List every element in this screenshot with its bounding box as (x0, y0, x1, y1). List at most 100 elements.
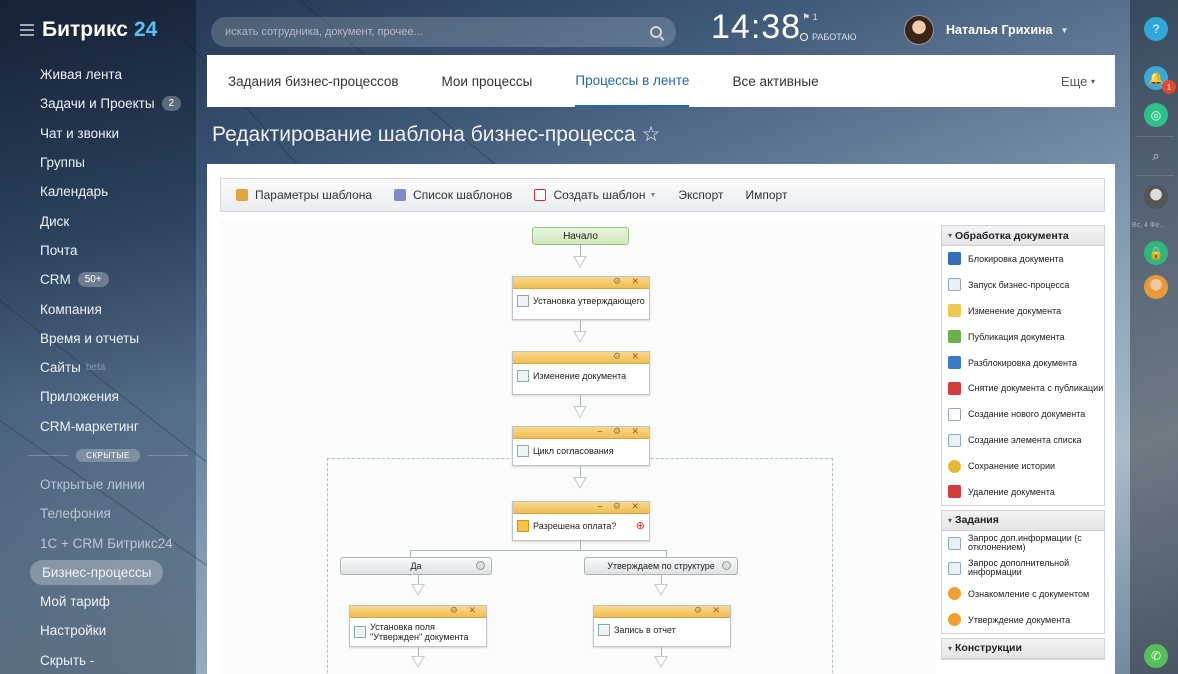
user-menu[interactable]: Наталья Грихина ▼ (904, 15, 1068, 45)
palette-item[interactable]: Сохранение истории (942, 453, 1104, 479)
sidebar-item-time-reports[interactable]: Время и отчеты (0, 324, 196, 353)
create-template-button[interactable]: Создать шаблон ▼ (534, 188, 656, 202)
hidden-separator[interactable]: СКРЫТЫЕ (0, 441, 196, 470)
open-lines-icon[interactable]: ◎ (1144, 103, 1168, 127)
activity-controls[interactable]: ⚙ ✕ (450, 605, 480, 616)
sidebar-item-business-processes[interactable]: Бизнес-процессы (0, 558, 196, 587)
activity-controls[interactable]: ⚙ ✕ (613, 276, 643, 287)
help-button[interactable]: ? (1144, 17, 1168, 41)
palette-item[interactable]: Изменение документа (942, 298, 1104, 324)
palette-item[interactable]: Запрос дополнительной информации (942, 556, 1104, 581)
page-title: Редактирование шаблона бизнес-процесса ☆ (212, 123, 661, 146)
sidebar-item-disk[interactable]: Диск (0, 206, 196, 235)
chevron-down-icon: ▾ (1090, 76, 1095, 86)
palette-item[interactable]: Создание нового документа (942, 401, 1104, 427)
activity-report-entry[interactable]: ⚙ ✕ Запись в отчет (593, 605, 731, 647)
sidebar-item-tasks[interactable]: Задачи и Проекты 2 (0, 89, 196, 118)
activity-palette: Обработка документа Блокировка документа… (941, 225, 1105, 674)
arrow-icon (654, 584, 668, 596)
sidebar-item-1c-crm[interactable]: 1С + CRM Битрикс24 (0, 528, 196, 557)
sidebar-item-company[interactable]: Компания (0, 294, 196, 323)
template-params-button[interactable]: Параметры шаблона (236, 188, 372, 202)
activity-controls[interactable]: – ⚙ ✕ (597, 426, 643, 437)
search-icon[interactable]: ⌕ (1144, 144, 1168, 168)
lock-icon[interactable]: 🔒 (1144, 241, 1168, 265)
palette-item[interactable]: Разблокировка документа (942, 350, 1104, 376)
edit-icon (354, 626, 366, 638)
group-header[interactable]: Задания (942, 510, 1104, 531)
group-header[interactable]: Обработка документа (942, 226, 1104, 246)
group-header[interactable]: Конструкции (942, 638, 1104, 659)
sidebar-item-chat[interactable]: Чат и звонки (0, 119, 196, 148)
sidebar-item-open-lines[interactable]: Открытые линии (0, 470, 196, 499)
editor-toolbar: Параметры шаблона Список шаблонов Создат… (220, 178, 1105, 212)
work-status-icon (800, 33, 808, 41)
search-icon[interactable] (650, 26, 662, 38)
work-status[interactable]: РАБОТАЮ (800, 32, 857, 42)
palette-item[interactable]: Публикация документа (942, 324, 1104, 350)
branch-settings-icon[interactable] (722, 561, 731, 570)
activity-set-approver[interactable]: ⚙ ✕ Установка утверждающего (512, 276, 650, 320)
palette-item[interactable]: Ознакомление с документом (942, 581, 1104, 607)
sidebar-item-calendar[interactable]: Календарь (0, 177, 196, 206)
branch-settings-icon[interactable] (476, 561, 485, 570)
brand-logo[interactable]: Битрикс 24 (20, 18, 157, 42)
sidebar-item-sites[interactable]: Сайты beta (0, 353, 196, 382)
user-name: Наталья Грихина (946, 23, 1053, 37)
arrow-icon (573, 406, 587, 418)
sidebar-item-crm[interactable]: CRM 50+ (0, 265, 196, 294)
avatar[interactable] (904, 15, 934, 45)
palette-item[interactable]: Запуск бизнес-процесса (942, 272, 1104, 298)
arrow-icon (654, 656, 668, 668)
lock-document-icon (948, 252, 961, 266)
tab-my-processes[interactable]: Мои процессы (442, 55, 533, 107)
tab-all-active[interactable]: Все активные (732, 55, 818, 107)
tab-bp-tasks[interactable]: Задания бизнес-процессов (228, 55, 399, 107)
activity-set-approved-field[interactable]: ⚙ ✕ Установка поля "Утвержден" документа (349, 605, 487, 647)
palette-item[interactable]: Утверждение документа (942, 607, 1104, 633)
notification-count: 1 (1162, 80, 1176, 94)
sidebar-item-settings[interactable]: Настройки (0, 616, 196, 645)
export-button[interactable]: Экспорт (678, 188, 723, 202)
sidebar-item-hide[interactable]: Скрыть - (0, 646, 196, 674)
activity-controls[interactable]: ⚙ ✕ (613, 351, 643, 362)
flag-icon[interactable]: ⚑ 1 (802, 12, 818, 23)
sidebar-item-apps[interactable]: Приложения (0, 382, 196, 411)
activity-controls[interactable]: ⚙ ✕ (694, 605, 724, 616)
activity-controls[interactable]: – ⚙ ✕ (597, 501, 643, 512)
sidebar-item-mail[interactable]: Почта (0, 236, 196, 265)
workflow-canvas[interactable]: Начало ⚙ ✕ Установка утверждающего ⚙ ✕ И… (220, 220, 936, 674)
unpublish-icon (948, 381, 961, 395)
activity-change-document[interactable]: ⚙ ✕ Изменение документа (512, 351, 650, 395)
sidebar-item-my-plan[interactable]: Мой тариф (0, 587, 196, 616)
palette-item[interactable]: Запрос доп.информации (с отклонением) (942, 531, 1104, 556)
palette-item[interactable]: Снятие документа с публикации (942, 375, 1104, 401)
history-icon (948, 459, 961, 473)
group-tasks: Задания Запрос доп.информации (с отклоне… (941, 509, 1105, 634)
activity-approval-loop[interactable]: – ⚙ ✕ Цикл согласования (512, 426, 650, 466)
loop-icon (517, 445, 529, 457)
activity-payment-allowed[interactable]: – ⚙ ✕ Разрешена оплата? ⊕ (512, 501, 650, 541)
phone-icon[interactable]: ✆ (1144, 644, 1168, 668)
palette-item[interactable]: Создание элемента списка (942, 427, 1104, 453)
start-node[interactable]: Начало (532, 227, 629, 245)
tab-more[interactable]: Еще ▾ (1061, 55, 1095, 107)
avatar[interactable] (1144, 275, 1168, 299)
sidebar-item-telephony[interactable]: Телефония (0, 499, 196, 528)
clock[interactable]: 14:38 (711, 8, 801, 47)
add-branch-icon[interactable]: ⊕ (636, 521, 645, 532)
menu-burger-icon[interactable] (20, 21, 34, 39)
avatar[interactable] (1144, 185, 1168, 209)
brand-number: 24 (133, 18, 158, 41)
import-button[interactable]: Импорт (745, 188, 787, 202)
branch-yes[interactable]: Да (340, 557, 492, 575)
template-list-button[interactable]: Список шаблонов (394, 188, 512, 202)
palette-item[interactable]: Блокировка документа (942, 246, 1104, 272)
sidebar-item-crm-marketing[interactable]: CRM-маркетинг (0, 412, 196, 441)
search-input[interactable] (225, 26, 650, 38)
tab-feed-processes[interactable]: Процессы в ленте (575, 55, 690, 107)
branch-by-structure[interactable]: Утверждаем по структуре (584, 557, 738, 575)
sidebar-item-feed[interactable]: Живая лента (0, 60, 196, 89)
sidebar-item-groups[interactable]: Группы (0, 148, 196, 177)
palette-item[interactable]: Удаление документа (942, 479, 1104, 505)
